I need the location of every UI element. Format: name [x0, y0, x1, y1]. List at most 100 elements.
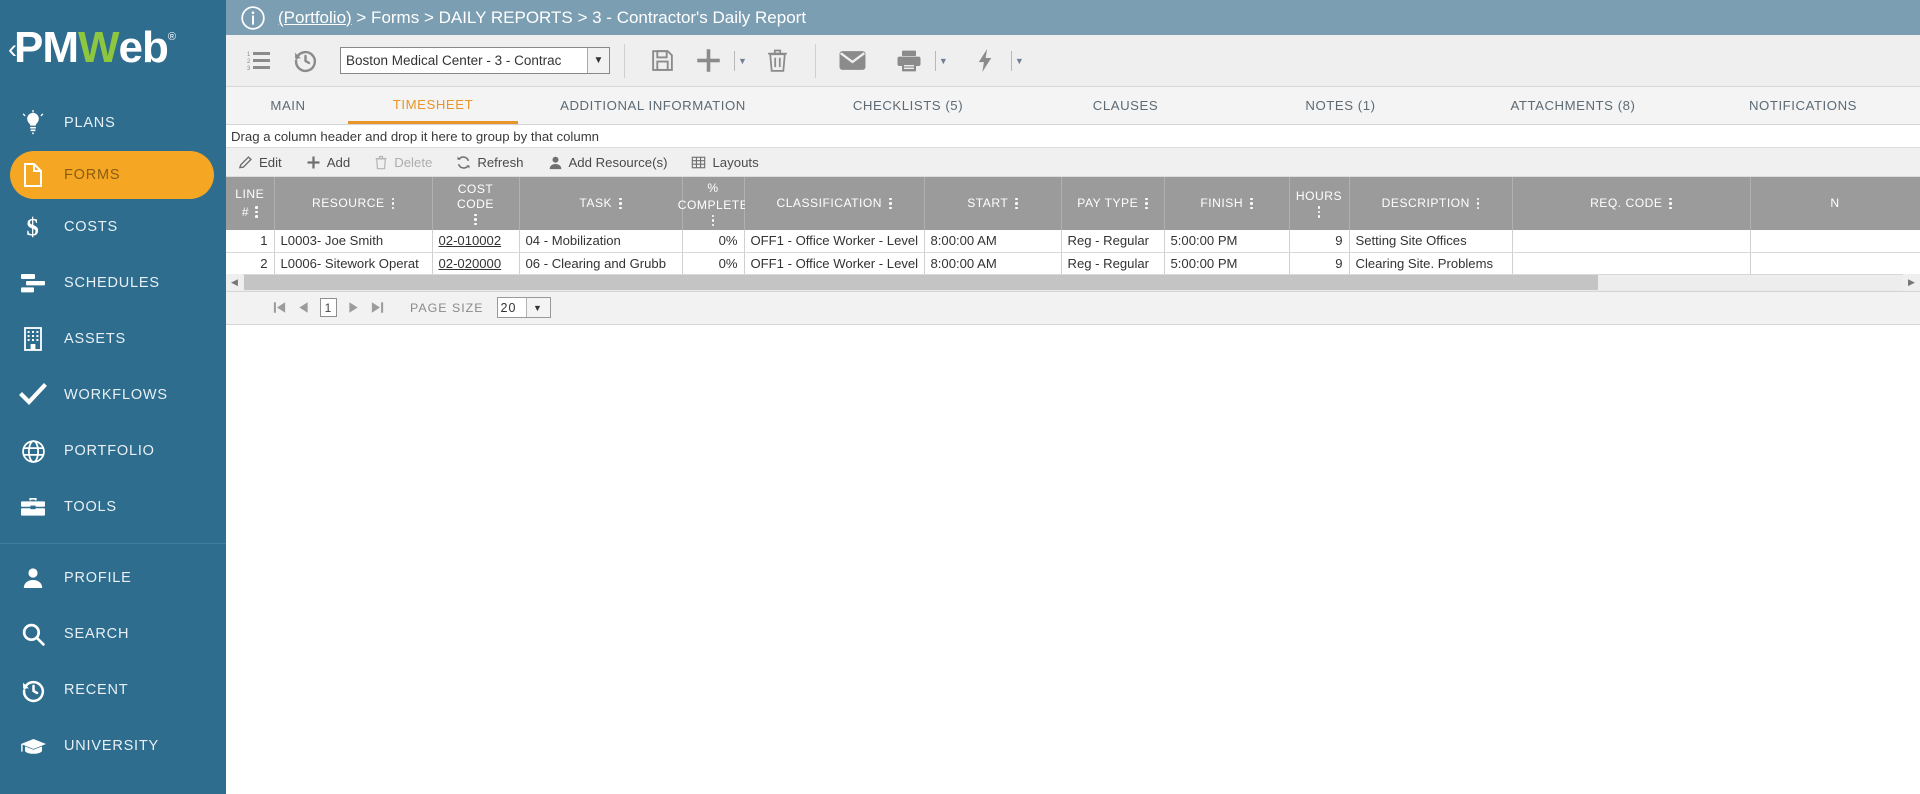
cell-line[interactable]: 1 [226, 230, 275, 253]
column-header-classification[interactable]: CLASSIFICATION [744, 177, 925, 230]
column-menu-icon[interactable] [391, 197, 395, 210]
column-menu-icon[interactable] [619, 197, 622, 210]
cell-classification[interactable]: OFF1 - Office Worker - Level [744, 230, 925, 253]
cell-pay_type[interactable]: Reg - Regular [1061, 230, 1165, 253]
first-page-icon[interactable] [272, 300, 287, 315]
grid-edit-button[interactable]: Edit [238, 155, 294, 170]
sidebar-item-plans[interactable]: PLANS [0, 95, 226, 151]
add-dropdown-caret-icon[interactable]: ▼ [738, 56, 747, 66]
sidebar-item-portfolio[interactable]: PORTFOLIO [0, 423, 226, 479]
column-header-resource[interactable]: RESOURCE [274, 177, 433, 230]
column-menu-icon[interactable] [711, 214, 715, 227]
last-page-icon[interactable] [370, 300, 385, 315]
print-button[interactable] [886, 39, 932, 83]
tab-checklists[interactable]: CHECKLISTS (5) [788, 87, 1028, 124]
cell-hours[interactable]: 9 [1289, 230, 1350, 253]
sidebar-collapse-chevron-icon[interactable]: ‹ [8, 34, 17, 65]
sidebar-item-profile[interactable]: PROFILE [0, 550, 226, 606]
cell-finish[interactable]: 5:00:00 PM [1164, 252, 1290, 275]
cell-task[interactable]: 04 - Mobilization [519, 230, 683, 253]
cell-hours[interactable]: 9 [1289, 252, 1350, 275]
cell-notes[interactable] [1750, 230, 1920, 253]
sidebar-item-search[interactable]: SEARCH [0, 606, 226, 662]
grid-layouts-button[interactable]: Layouts [691, 155, 770, 170]
column-header-pct_complete[interactable]: % COMPLETE [678, 177, 748, 230]
cost-code-link[interactable]: 02-020000 [439, 256, 502, 271]
sidebar-item-recent[interactable]: RECENT [0, 662, 226, 718]
column-menu-icon[interactable] [1015, 197, 1018, 210]
cell-line[interactable]: 2 [226, 252, 275, 275]
scroll-left-arrow-icon[interactable]: ◀ [226, 274, 243, 291]
grid-add-resource-button[interactable]: Add Resource(s) [548, 155, 680, 170]
column-header-req_code[interactable]: REQ. CODE [1512, 177, 1751, 230]
cell-description[interactable]: Setting Site Offices [1349, 230, 1513, 253]
breadcrumb-root-link[interactable]: (Portfolio) [278, 8, 352, 27]
delete-button[interactable] [755, 39, 801, 83]
column-header-description[interactable]: DESCRIPTION [1349, 177, 1513, 230]
column-header-task[interactable]: TASK [519, 177, 683, 230]
column-header-line[interactable]: LINE # [226, 177, 275, 230]
cell-task[interactable]: 06 - Clearing and Grubb [519, 252, 683, 275]
tab-additional-information[interactable]: ADDITIONAL INFORMATION [518, 87, 788, 124]
group-by-dropzone[interactable]: Drag a column header and drop it here to… [226, 125, 1920, 148]
sidebar-item-tools[interactable]: TOOLS [0, 479, 226, 535]
sidebar-item-costs[interactable]: $ COSTS [0, 199, 226, 255]
next-page-icon[interactable] [346, 300, 361, 315]
info-circle-icon[interactable] [240, 5, 266, 31]
scroll-thumb[interactable] [244, 275, 1598, 290]
column-header-pay_type[interactable]: PAY TYPE [1061, 177, 1165, 230]
cell-start[interactable]: 8:00:00 AM [924, 230, 1062, 253]
cell-notes[interactable] [1750, 252, 1920, 275]
scroll-right-arrow-icon[interactable]: ▶ [1903, 274, 1920, 291]
cell-start[interactable]: 8:00:00 AM [924, 252, 1062, 275]
cell-pct_complete[interactable]: 0% [682, 230, 745, 253]
cell-req_code[interactable] [1512, 230, 1751, 253]
sidebar-item-university[interactable]: UNIVERSITY [0, 718, 226, 774]
numbered-list-icon[interactable]: 123 [236, 39, 282, 83]
page-size-value[interactable]: 20 [498, 298, 526, 317]
email-button[interactable] [830, 39, 876, 83]
cell-pay_type[interactable]: Reg - Regular [1061, 252, 1165, 275]
grid-horizontal-scrollbar[interactable]: ◀ ▶ [226, 274, 1920, 292]
tab-notifications[interactable]: NOTIFICATIONS [1688, 87, 1918, 124]
grid-delete-button[interactable]: Delete [374, 155, 444, 170]
actions-dropdown-caret-icon[interactable]: ▼ [1015, 56, 1024, 66]
project-select-value[interactable]: Boston Medical Center - 3 - Contrac [341, 53, 587, 68]
grid-add-button[interactable]: Add [306, 155, 362, 170]
print-dropdown-caret-icon[interactable]: ▼ [939, 56, 948, 66]
tab-main[interactable]: MAIN [228, 87, 348, 124]
cell-finish[interactable]: 5:00:00 PM [1164, 230, 1290, 253]
tab-timesheet[interactable]: TIMESHEET [348, 87, 518, 124]
column-menu-icon[interactable] [474, 213, 477, 226]
sidebar-item-workflows[interactable]: WORKFLOWS [0, 367, 226, 423]
tab-notes[interactable]: NOTES (1) [1223, 87, 1458, 124]
scroll-track[interactable] [243, 275, 1903, 290]
current-page-input[interactable]: 1 [320, 298, 337, 317]
table-row[interactable]: 2 L0006- Sitework Operat 02-020000 06 - Cle… [226, 252, 1920, 275]
cell-cost_code[interactable]: 02-020000 [432, 252, 520, 275]
column-menu-icon[interactable] [1669, 197, 1672, 210]
add-button[interactable] [685, 39, 731, 83]
chevron-down-icon[interactable]: ▼ [525, 298, 550, 317]
actions-button[interactable] [962, 39, 1008, 83]
column-menu-icon[interactable] [1317, 206, 1321, 218]
column-menu-icon[interactable] [1250, 197, 1253, 210]
chevron-down-icon[interactable]: ▼ [587, 48, 609, 73]
cell-cost_code[interactable]: 02-010002 [432, 230, 520, 253]
column-header-notes[interactable]: N [1750, 177, 1920, 230]
page-size-select[interactable]: 20 ▼ [496, 297, 551, 318]
prev-page-icon[interactable] [296, 300, 311, 315]
history-clock-icon[interactable] [282, 39, 328, 83]
project-select[interactable]: Boston Medical Center - 3 - Contrac ▼ [340, 47, 610, 74]
cost-code-link[interactable]: 02-010002 [439, 233, 502, 248]
sidebar-item-assets[interactable]: ASSETS [0, 311, 226, 367]
sidebar-item-forms[interactable]: FORMS [10, 151, 214, 199]
sidebar-item-schedules[interactable]: SCHEDULES [0, 255, 226, 311]
column-menu-icon[interactable] [255, 206, 258, 218]
cell-resource[interactable]: L0006- Sitework Operat [274, 252, 433, 275]
cell-resource[interactable]: L0003- Joe Smith [274, 230, 433, 253]
tab-attachments[interactable]: ATTACHMENTS (8) [1458, 87, 1688, 124]
cell-req_code[interactable] [1512, 252, 1751, 275]
table-row[interactable]: 1 L0003- Joe Smith 02-010002 04 - Mobilizat… [226, 230, 1920, 253]
cell-classification[interactable]: OFF1 - Office Worker - Level [744, 252, 925, 275]
